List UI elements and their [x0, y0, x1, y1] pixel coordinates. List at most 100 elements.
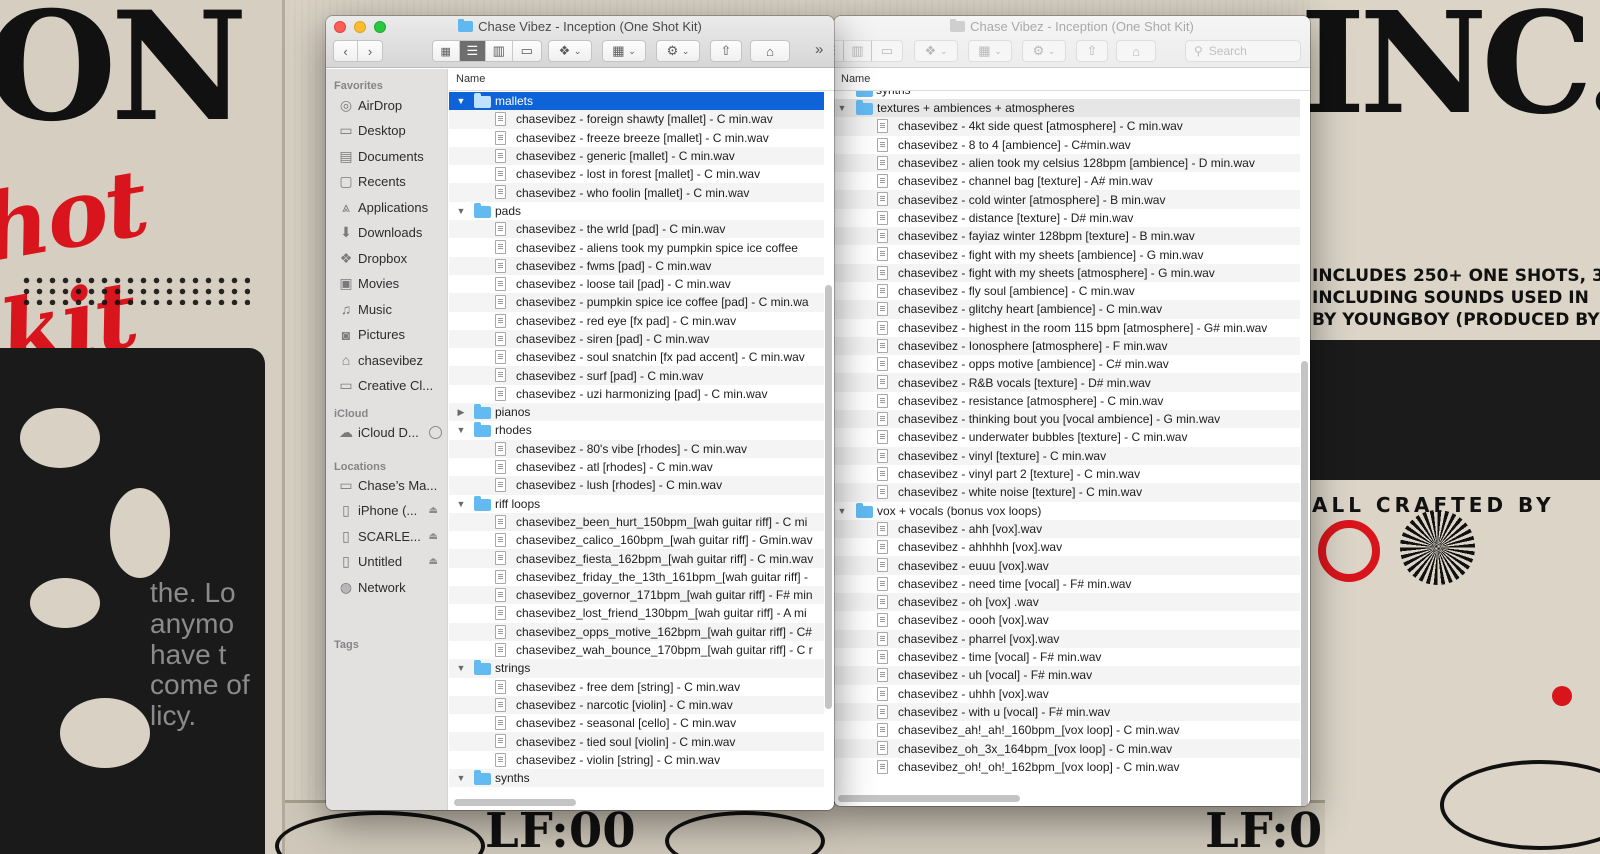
horizontal-scrollbar[interactable]	[454, 799, 576, 806]
folder-row[interactable]: ▼ pads	[449, 202, 824, 220]
sidebar-item-creative-cl[interactable]: ▭ Creative Cl...	[336, 375, 446, 397]
sidebar-item-movies[interactable]: ▣ Movies	[336, 273, 446, 295]
file-row[interactable]: chasevibez - seasonal [cello] - C min.wa…	[449, 714, 824, 732]
file-row[interactable]: chasevibez - fight with my sheets [ambie…	[834, 245, 1300, 263]
sidebar-item-music[interactable]: ♫ Music	[336, 298, 446, 320]
disclosure-expanded-icon[interactable]: ▼	[455, 499, 467, 509]
file-row[interactable]: chasevibez - pumpkin spice ice coffee [p…	[449, 293, 824, 312]
file-row[interactable]: chasevibez - fwms [pad] - C min.wav	[449, 256, 824, 275]
file-row[interactable]: chasevibez - need time [vocal] - F# min.…	[834, 575, 1300, 593]
list-view-icon[interactable]: ☰	[834, 41, 845, 61]
file-row[interactable]: chasevibez - atl [rhodes] - C min.wav	[449, 458, 824, 476]
toolbar-overflow-button[interactable]: »	[815, 41, 823, 58]
sidebar-item-iphone[interactable]: ▯ iPhone (... ⏏	[336, 500, 446, 522]
file-row[interactable]: chasevibez - who foolin [mallet] - C min…	[449, 183, 824, 202]
dropbox-menu-button[interactable]: ❖ ⌄	[914, 40, 958, 62]
file-row[interactable]: chasevibez - siren [pad] - C min.wav	[449, 329, 824, 349]
file-row[interactable]: chasevibez - soul snatchin [fx pad accen…	[449, 348, 824, 366]
file-list[interactable]: Name synths ▼ textures + ambiences + atmo…	[834, 69, 1310, 806]
file-row[interactable]: chasevibez - uh [vocal] - F# min.wav	[834, 666, 1300, 685]
file-row[interactable]: chasevibez - oooh [vox].wav	[834, 611, 1300, 629]
folder-row[interactable]: ▼ synths	[449, 768, 824, 788]
group-button[interactable]: ▦ ⌄	[968, 40, 1012, 62]
file-row[interactable]: chasevibez_ah!_ah!_160bpm_[vox loop] - C…	[834, 721, 1300, 739]
column-view-icon[interactable]: ▥	[844, 41, 872, 61]
horizontal-scrollbar[interactable]	[838, 795, 1020, 802]
file-row[interactable]: chasevibez - glitchy heart [ambience] - …	[834, 300, 1300, 319]
file-row[interactable]: chasevibez_fiesta_162bpm_[wah guitar rif…	[449, 549, 824, 568]
file-row[interactable]: chasevibez_calico_160bpm_[wah guitar rif…	[449, 531, 824, 549]
file-row[interactable]: chasevibez - resistance [atmosphere] - C…	[834, 392, 1300, 410]
disclosure-expanded-icon[interactable]: ▼	[455, 206, 467, 216]
disclosure-expanded-icon[interactable]: ▼	[455, 773, 467, 783]
gallery-view-icon[interactable]: ▭	[872, 41, 902, 61]
file-row[interactable]: chasevibez - narcotic [violin] - C min.w…	[449, 695, 824, 715]
back-forward-buttons[interactable]: ‹ ›	[333, 40, 383, 62]
eject-icon[interactable]: ⏏	[429, 505, 438, 516]
file-list[interactable]: Name ▼ mallets chasevibez - foreign shawty…	[449, 69, 834, 810]
sidebar-item-chasevibez[interactable]: ⌂ chasevibez	[336, 349, 446, 371]
file-row[interactable]: chasevibez - fight with my sheets [atmos…	[834, 263, 1300, 282]
file-row[interactable]: chasevibez_oh!_oh!_162bpm_[vox loop] - C…	[834, 758, 1300, 776]
sidebar-item-downloads[interactable]: ⬇ Downloads	[336, 222, 446, 244]
file-row[interactable]: chasevibez - ahh [vox].wav	[834, 519, 1300, 539]
file-row[interactable]: chasevibez - thinking bout you [vocal am…	[834, 410, 1300, 429]
folder-row[interactable]: ▶ pianos	[449, 403, 824, 422]
file-row[interactable]: chasevibez_friday_the_13th_161bpm_[wah g…	[449, 568, 824, 586]
gallery-view-icon[interactable]: ▭	[513, 41, 541, 61]
file-row[interactable]: chasevibez - 4kt side quest [atmosphere]…	[834, 117, 1300, 136]
file-row[interactable]: chasevibez - ahhhhh [vox].wav	[834, 538, 1300, 556]
folder-row[interactable]: ▼ riff loops	[449, 495, 824, 513]
vertical-scrollbar[interactable]	[1301, 361, 1308, 806]
action-button[interactable]: ⚙ ⌄	[1022, 40, 1066, 62]
sidebar-item-applications[interactable]: ⩓ Applications	[336, 196, 446, 218]
back-button[interactable]: ‹	[334, 41, 359, 61]
share-button[interactable]: ⇧	[1076, 40, 1108, 62]
disclosure-expanded-icon[interactable]: ▼	[455, 663, 467, 673]
file-row[interactable]: chasevibez - uhhh [vox].wav	[834, 685, 1300, 703]
column-header-name[interactable]: Name	[834, 69, 1310, 91]
view-buttons[interactable]: ▦ ☰ ▥ ▭	[432, 40, 542, 62]
file-row[interactable]: chasevibez - fayiaz winter 128bpm [textu…	[834, 227, 1300, 246]
file-row[interactable]: chasevibez - generic [mallet] - C min.wa…	[449, 146, 824, 166]
sidebar-item-dropbox[interactable]: ❖ Dropbox	[336, 247, 446, 269]
file-row[interactable]: chasevibez - underwater bubbles [texture…	[834, 428, 1300, 446]
list-view-icon[interactable]: ☰	[459, 41, 487, 61]
folder-row[interactable]: ▼ strings	[449, 659, 824, 678]
icon-view-icon[interactable]: ▦	[433, 41, 460, 61]
file-row[interactable]: chasevibez_opps_motive_162bpm_[wah guita…	[449, 622, 824, 641]
sidebar-item-documents[interactable]: ▤ Documents	[336, 145, 446, 167]
file-row[interactable]: chasevibez_been_hurt_150bpm_[wah guitar …	[449, 512, 824, 532]
file-row[interactable]: chasevibez - aliens took my pumpkin spic…	[449, 238, 824, 256]
group-button[interactable]: ▦ ⌄	[602, 40, 646, 62]
sidebar-item-scarle[interactable]: ▯ SCARLE... ⏏	[336, 525, 446, 547]
file-row[interactable]: chasevibez - 80's vibe [rhodes] - C min.…	[449, 439, 824, 458]
file-row[interactable]: chasevibez - freeze breeze [mallet] - C …	[449, 129, 824, 147]
file-row[interactable]: chasevibez - lush [rhodes] - C min.wav	[449, 476, 824, 495]
file-row[interactable]: chasevibez - opps motive [ambience] - C#…	[834, 355, 1300, 373]
folder-row[interactable]: ▼ mallets	[449, 92, 824, 111]
action-button[interactable]: ⚙ ⌄	[656, 40, 700, 62]
sidebar-item-icloud-d[interactable]: ☁ iCloud D...	[336, 421, 446, 443]
sidebar-item-airdrop[interactable]: ◎ AirDrop	[336, 94, 446, 116]
file-row[interactable]: chasevibez_oh_3x_164bpm_[vox loop] - C m…	[834, 739, 1300, 758]
file-row[interactable]: chasevibez_wah_bounce_170bpm_[wah guitar…	[449, 641, 824, 659]
file-row[interactable]: chasevibez - tied soul [violin] - C min.…	[449, 732, 824, 751]
disclosure-expanded-icon[interactable]: ▼	[836, 103, 848, 113]
file-row[interactable]: chasevibez - fly soul [ambience] - C min…	[834, 282, 1300, 300]
sidebar-item-chase-s-ma[interactable]: ▭ Chase’s Ma...	[336, 474, 446, 496]
file-row[interactable]: chasevibez - cold winter [atmosphere] - …	[834, 190, 1300, 209]
file-row[interactable]: chasevibez - white noise [texture] - C m…	[834, 483, 1300, 502]
file-row[interactable]: chasevibez - loose tail [pad] - C min.wa…	[449, 275, 824, 293]
disclosure-expanded-icon[interactable]: ▼	[836, 506, 848, 516]
file-row[interactable]: chasevibez - time [vocal] - F# min.wav	[834, 648, 1300, 666]
sidebar-item-untitled[interactable]: ▯ Untitled ⏏	[336, 551, 446, 573]
file-row[interactable]: chasevibez - violin [string] - C min.wav	[449, 751, 824, 769]
titlebar[interactable]: Chase Vibez - Inception (One Shot Kit) ☰…	[834, 16, 1310, 68]
view-buttons[interactable]: ☰ ▥ ▭	[834, 40, 903, 62]
column-view-icon[interactable]: ▥	[486, 41, 513, 61]
search-input[interactable]: ⚲ Search	[1185, 40, 1301, 62]
finder-window[interactable]: Chase Vibez - Inception (One Shot Kit) ‹…	[326, 16, 834, 810]
file-row[interactable]: chasevibez - vinyl part 2 [texture] - C …	[834, 465, 1300, 483]
sidebar-item-pictures[interactable]: ◙ Pictures	[336, 324, 446, 346]
